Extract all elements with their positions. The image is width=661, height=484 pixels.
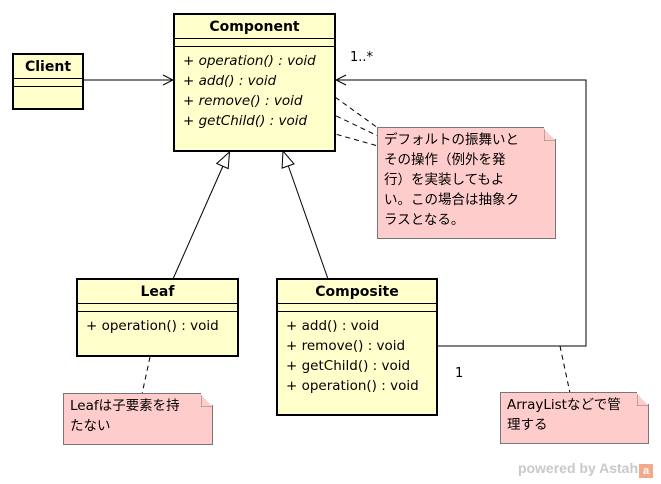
note-fold-corner	[543, 127, 556, 142]
operation: + remove() : void	[183, 93, 303, 109]
note-fold-corner	[636, 392, 649, 407]
astah-watermark: powered by Astah a	[518, 460, 653, 478]
operation: + add() : void	[286, 318, 380, 334]
operation: + operation() : void	[286, 378, 419, 394]
operation-compartment: + add() : void + remove() : void + getCh…	[278, 312, 436, 400]
multiplicity-one: 1	[455, 366, 464, 381]
note-line: その操作（例外を発	[384, 152, 506, 168]
note-line: デフォルトの振舞いと	[384, 132, 519, 148]
operation: + operation() : void	[183, 53, 316, 69]
note-line: ArrayListなどで管	[507, 397, 621, 413]
operation: + remove() : void	[286, 338, 406, 354]
note-line: ラスとなる。	[384, 212, 465, 228]
note-line: い。この場合は抽象ク	[384, 192, 519, 208]
note-leaf[interactable]: Leafは子要素を持 たない	[63, 393, 213, 445]
note-line: Leafは子要素を持	[70, 398, 180, 414]
attribute-compartment	[78, 304, 237, 312]
class-name: Leaf	[78, 280, 237, 304]
note-composite[interactable]: ArrayListなどで管 理する	[500, 392, 649, 444]
attribute-compartment	[14, 79, 82, 87]
leaf-generalization-arrowhead	[215, 150, 231, 170]
class-leaf[interactable]: Leaf + operation() : void	[76, 278, 239, 357]
composite-note-link	[559, 345, 571, 394]
class-component[interactable]: Component + operation() : void + add() :…	[173, 13, 336, 152]
composite-generalization-arrowhead	[281, 149, 295, 169]
note-line: 理する	[507, 417, 548, 433]
attribute-compartment	[175, 39, 334, 47]
class-name: Client	[14, 55, 82, 79]
leaf-note-link	[141, 356, 151, 395]
operation-compartment: + operation() : void	[78, 312, 237, 340]
class-name: Composite	[278, 280, 436, 304]
composite-generalization	[287, 164, 329, 280]
note-fold-corner	[200, 393, 213, 408]
leaf-generalization	[172, 165, 224, 280]
attribute-compartment	[278, 304, 436, 312]
class-name: Component	[175, 15, 334, 39]
operation: + add() : void	[183, 73, 277, 89]
multiplicity-many: 1..*	[350, 50, 374, 65]
operation-compartment: + operation() : void + add() : void + re…	[175, 47, 334, 135]
operation: + operation() : void	[86, 318, 219, 334]
watermark-text: powered by Astah	[517, 460, 638, 476]
note-default-behavior[interactable]: デフォルトの振舞いと その操作（例外を発 行）を実装してもよ い。この場合は抽象…	[377, 127, 556, 239]
operation: + getChild() : void	[183, 113, 308, 129]
astah-logo-icon: a	[639, 464, 653, 478]
operation: + getChild() : void	[286, 358, 411, 374]
class-client[interactable]: Client	[12, 53, 84, 110]
note-line: たない	[70, 418, 111, 434]
note-line: 行）を実装してもよ	[384, 172, 505, 188]
class-composite[interactable]: Composite + add() : void + remove() : vo…	[276, 278, 438, 416]
